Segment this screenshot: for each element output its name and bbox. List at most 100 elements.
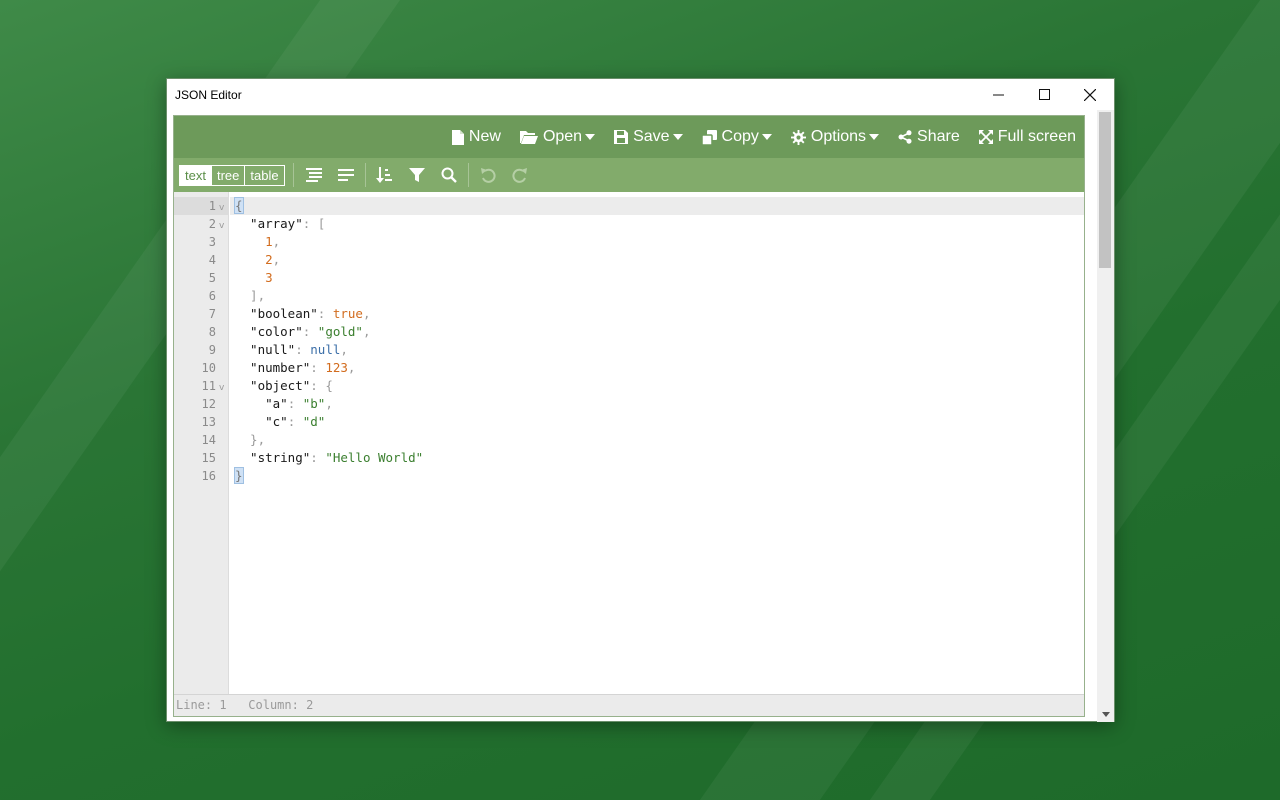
new-button[interactable]: New <box>451 128 501 146</box>
code-token: null <box>310 342 341 357</box>
copy-icon <box>701 129 717 145</box>
chevron-down-icon <box>585 134 596 140</box>
line-number: 3 <box>208 235 216 249</box>
line-number: 8 <box>208 325 216 339</box>
editor-toolbar: text tree table <box>174 158 1084 192</box>
fold-toggle-icon[interactable]: v <box>219 221 224 231</box>
code-token: 123 <box>325 360 348 375</box>
line-number: 12 <box>201 397 216 411</box>
line-number: 2 <box>208 217 216 231</box>
code-token: : <box>287 414 303 429</box>
status-line-value: 1 <box>219 698 227 712</box>
copy-label: Copy <box>721 128 759 145</box>
sort-button[interactable] <box>374 165 394 185</box>
title-bar[interactable]: JSON Editor <box>167 79 1114 110</box>
mode-text[interactable]: text <box>180 166 212 185</box>
code-line: "color": "gold", <box>235 323 423 341</box>
options-label: Options <box>810 128 867 145</box>
toolbar-divider <box>293 163 294 187</box>
code-token: "boolean" <box>235 306 318 321</box>
mode-switcher: text tree table <box>179 165 285 186</box>
code-token: , <box>272 252 281 267</box>
save-button[interactable]: Save <box>614 128 683 146</box>
toolbar-divider <box>365 163 366 187</box>
maximize-icon <box>1038 89 1050 100</box>
redo-button[interactable] <box>510 165 530 185</box>
line-number: 6 <box>208 289 216 303</box>
compact-button[interactable] <box>336 165 356 185</box>
fullscreen-icon <box>978 130 993 144</box>
code-line: "object": { <box>235 377 423 395</box>
code-token: "c" <box>235 414 288 429</box>
close-button[interactable] <box>1067 79 1113 110</box>
fullscreen-label: Full screen <box>997 128 1076 145</box>
undo-button[interactable] <box>478 165 498 185</box>
filter-icon <box>409 168 425 182</box>
share-button[interactable]: Share <box>898 128 960 146</box>
fold-toggle-icon[interactable]: v <box>219 383 224 393</box>
code-token: "Hello World" <box>325 450 424 465</box>
format-button[interactable] <box>304 165 324 185</box>
code-token: , <box>347 360 356 375</box>
code-line: "number": 123, <box>235 359 423 377</box>
code-token: "array" <box>235 216 303 231</box>
code-token: : <box>317 306 333 321</box>
code-token: , <box>272 234 281 249</box>
status-bar: Line: 1 Column: 2 <box>174 694 1084 716</box>
toolbar-divider <box>468 163 469 187</box>
line-number: 4 <box>208 253 216 267</box>
search-button[interactable] <box>439 165 459 185</box>
fullscreen-button[interactable]: Full screen <box>978 128 1076 146</box>
minimize-button[interactable] <box>975 79 1021 110</box>
code-token: : { <box>310 378 333 393</box>
code-token: "color" <box>235 324 303 339</box>
code-token: 1 <box>235 234 273 249</box>
code-token: "string" <box>235 450 311 465</box>
scrollbar-thumb[interactable] <box>1099 112 1111 268</box>
open-label: Open <box>542 128 583 145</box>
code-token: "b" <box>302 396 326 411</box>
code-token: 3 <box>235 270 273 285</box>
chevron-down-icon <box>672 134 683 140</box>
code-token: "gold" <box>317 324 363 339</box>
code-token: : <box>310 360 326 375</box>
code-token: : <box>310 450 326 465</box>
code-line: ], <box>235 287 423 305</box>
minimize-icon <box>992 94 1004 96</box>
line-number: 16 <box>201 469 216 483</box>
code-line: "boolean": true, <box>235 305 423 323</box>
chevron-down-icon <box>869 134 880 140</box>
undo-icon <box>481 168 496 183</box>
mode-table[interactable]: table <box>245 166 283 185</box>
open-button[interactable]: Open <box>519 128 596 146</box>
code-line: 3 <box>235 269 423 287</box>
line-number: 14 <box>201 433 216 447</box>
code-editor[interactable]: 1 2 3 4 5 6 7 8 9 10 11 12 13 14 15 16 vvv { "array": [… <box>174 192 1084 694</box>
line-number: 13 <box>201 415 216 429</box>
line-number: 1 <box>208 199 216 213</box>
copy-button[interactable]: Copy <box>701 128 772 146</box>
code-token: , <box>362 306 371 321</box>
new-label: New <box>468 128 501 145</box>
options-button[interactable]: Options <box>790 128 880 146</box>
code-token: "d" <box>302 414 326 429</box>
maximize-button[interactable] <box>1021 79 1067 110</box>
code-lines[interactable]: { "array": [ 1, 2, 3 ], "boolean": true,… <box>234 197 424 485</box>
code-line: 2, <box>235 251 423 269</box>
fold-toggle-icon[interactable]: v <box>219 203 224 213</box>
mode-tree[interactable]: tree <box>212 166 246 185</box>
window-scrollbar[interactable] <box>1097 110 1114 722</box>
line-number: 15 <box>201 451 216 465</box>
code-token: , <box>362 324 371 339</box>
json-editor-window: JSON Editor New Open Save Copy Options S… <box>166 78 1115 722</box>
line-number: 9 <box>208 343 216 357</box>
compact-icon <box>338 169 354 181</box>
scroll-down-button[interactable] <box>1097 708 1114 720</box>
filter-button[interactable] <box>407 165 427 185</box>
file-icon <box>451 129 464 145</box>
code-line: "c": "d" <box>235 413 423 431</box>
redo-icon <box>512 168 527 183</box>
code-token: , <box>340 342 348 357</box>
line-number: 7 <box>208 307 216 321</box>
code-token: "object" <box>235 378 311 393</box>
